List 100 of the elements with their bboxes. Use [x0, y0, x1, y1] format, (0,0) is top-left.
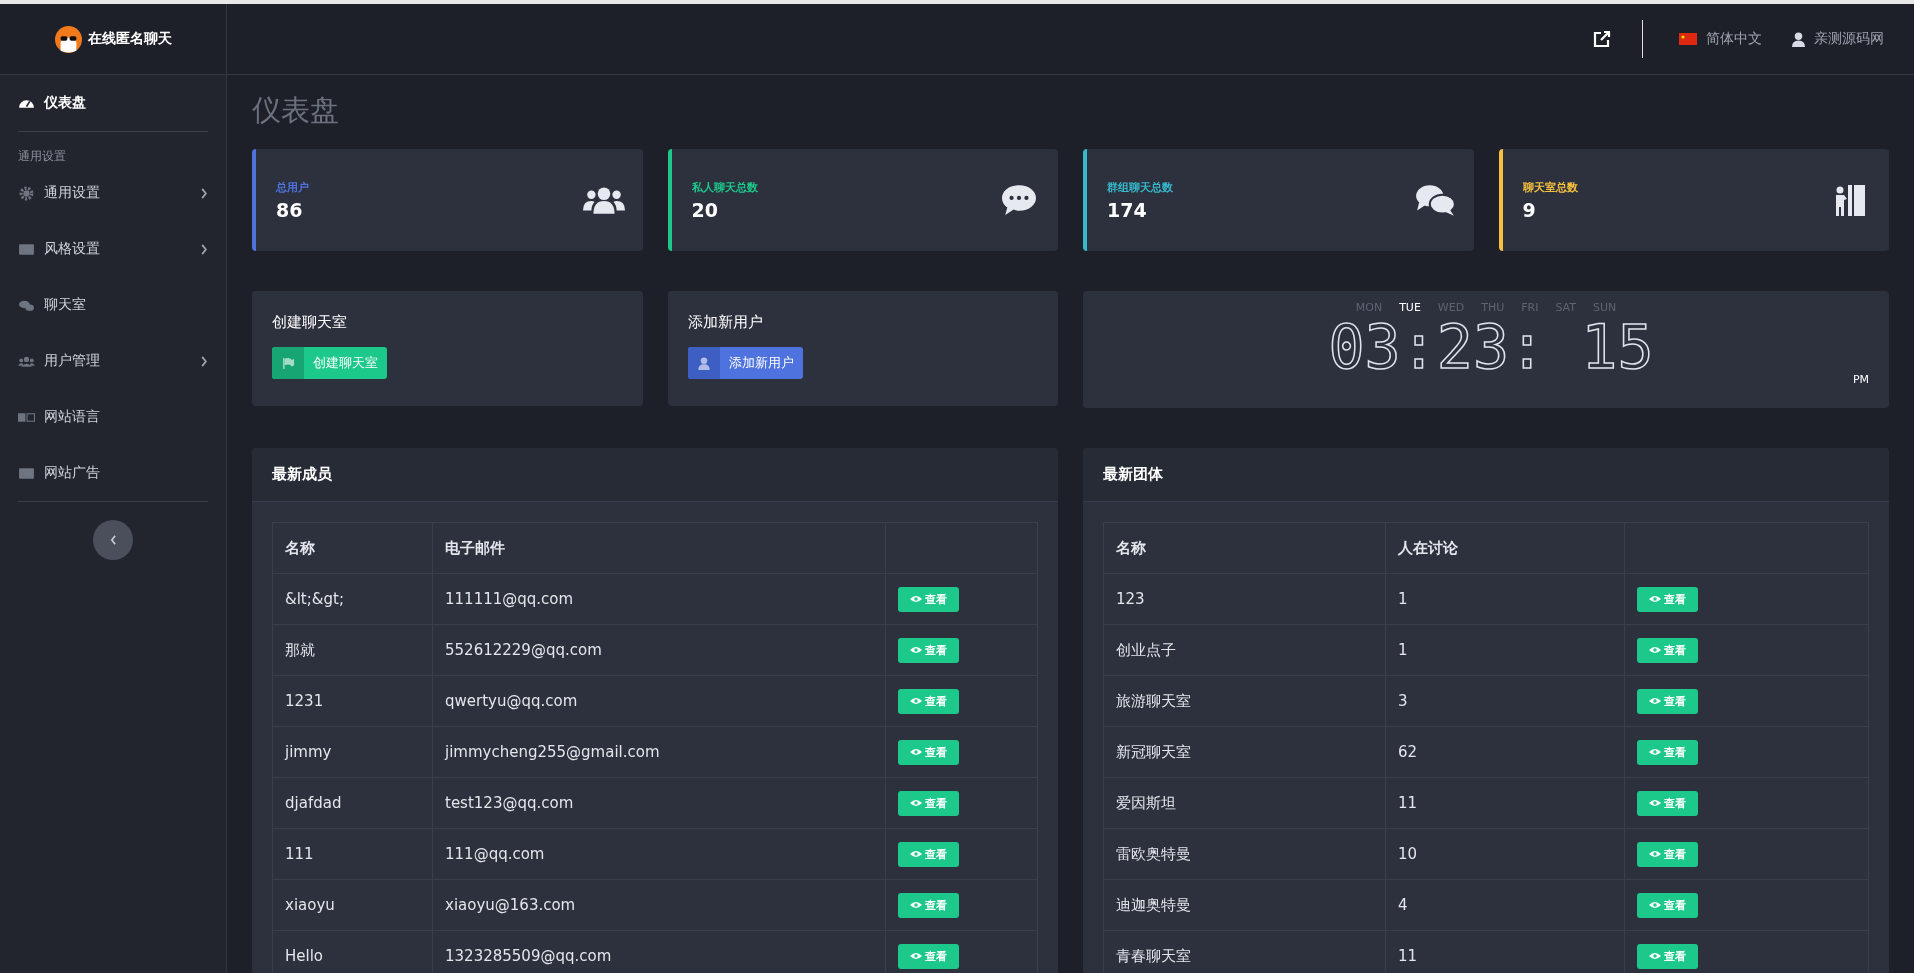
- view-button[interactable]: 查看: [898, 586, 959, 612]
- panel-title: 最新团体: [1103, 465, 1163, 484]
- table-cell: 1231: [272, 675, 433, 727]
- table-cell: test123@qq.com: [432, 777, 886, 829]
- table-cell: qwertyu@qq.com: [432, 675, 886, 727]
- sidebar-item[interactable]: 通用设置: [18, 165, 208, 221]
- view-button[interactable]: 查看: [1637, 739, 1698, 765]
- eye-icon: [1649, 850, 1661, 858]
- eye-icon: [1649, 901, 1661, 909]
- table-cell: 4: [1385, 879, 1625, 931]
- table-cell: 3: [1385, 675, 1625, 727]
- table-cell: 爱因斯坦: [1103, 777, 1386, 829]
- eye-icon: [1649, 748, 1661, 756]
- eye-icon: [910, 697, 922, 705]
- table-cell: Hello: [272, 930, 433, 973]
- sidebar-item[interactable]: 网站广告: [18, 445, 208, 501]
- table-cell: djafdad: [272, 777, 433, 829]
- create-chatroom-button[interactable]: 创建聊天室: [272, 347, 387, 379]
- stat-value: 174: [1107, 198, 1148, 221]
- speech-bubbles-icon: [1413, 183, 1456, 217]
- view-button[interactable]: 查看: [898, 841, 959, 867]
- chevron-right-icon: [200, 187, 208, 199]
- view-button[interactable]: 查看: [898, 943, 959, 969]
- eye-icon: [910, 952, 922, 960]
- chevron-right-icon: [200, 243, 208, 255]
- table-cell: 新冠聊天室: [1103, 726, 1386, 778]
- table-cell: 创业点子: [1103, 624, 1386, 676]
- table-cell: 旅游聊天室: [1103, 675, 1386, 727]
- eye-icon: [1649, 799, 1661, 807]
- table-cell: 11: [1385, 777, 1625, 829]
- column-header: 名称: [272, 522, 433, 574]
- stat-label: 总用户: [276, 179, 309, 195]
- eye-icon: [910, 799, 922, 807]
- user-icon: [697, 356, 710, 370]
- panel-title: 最新成员: [272, 465, 332, 484]
- table-cell: 111111@qq.com: [432, 573, 886, 625]
- table-cell: jimmy: [272, 726, 433, 778]
- add-user-button[interactable]: 添加新用户: [687, 347, 803, 379]
- table-cell: 62: [1385, 726, 1625, 778]
- eye-icon: [1649, 595, 1661, 603]
- eye-icon: [1649, 952, 1661, 960]
- view-button[interactable]: 查看: [898, 739, 959, 765]
- sidebar-item[interactable]: 聊天室: [18, 277, 208, 333]
- view-button[interactable]: 查看: [898, 892, 959, 918]
- column-header: 人在讨论: [1385, 522, 1625, 574]
- gear-icon: [18, 184, 35, 202]
- user-icon: [1792, 31, 1805, 47]
- table-cell: 那就: [272, 624, 433, 676]
- action-title: 创建聊天室: [272, 313, 347, 332]
- view-button[interactable]: 查看: [898, 790, 959, 816]
- flag-icon: [1679, 33, 1697, 45]
- flag-icon: [281, 356, 295, 370]
- eye-icon: [910, 748, 922, 756]
- user-menu[interactable]: 亲测源码网: [1792, 30, 1884, 48]
- view-button[interactable]: 查看: [1637, 586, 1698, 612]
- language-selector[interactable]: 简体中文: [1679, 30, 1762, 48]
- table-cell: xiaoyu@163.com: [432, 879, 886, 931]
- sidebar-item[interactable]: 仪表盘: [18, 75, 208, 132]
- view-button[interactable]: 查看: [898, 688, 959, 714]
- view-button[interactable]: 查看: [1637, 841, 1698, 867]
- table-cell: xiaoyu: [272, 879, 433, 931]
- eye-icon: [910, 901, 922, 909]
- table-cell: 111@qq.com: [432, 828, 886, 880]
- chevron-left-icon: [109, 535, 117, 545]
- eye-icon: [910, 850, 922, 858]
- view-button[interactable]: 查看: [898, 637, 959, 663]
- external-link-icon[interactable]: [1592, 29, 1612, 49]
- eye-icon: [910, 595, 922, 603]
- eye-icon: [910, 646, 922, 654]
- table-cell: 青春聊天室: [1103, 930, 1386, 973]
- page-title: 仪表盘: [252, 92, 340, 129]
- action-title: 添加新用户: [687, 313, 763, 332]
- table-cell: 雷欧奥特曼: [1103, 828, 1386, 880]
- stat-label: 聊天室总数: [1522, 179, 1578, 195]
- sidebar-item[interactable]: 用户管理: [18, 333, 208, 389]
- view-button[interactable]: 查看: [1637, 637, 1698, 663]
- brand-title: 在线匿名聊天: [87, 30, 172, 48]
- column-header: 电子邮件: [432, 522, 886, 574]
- weekday-label: TUE: [1399, 301, 1421, 314]
- stat-value: 86: [276, 198, 304, 221]
- table-cell: &lt;&gt;: [272, 573, 433, 625]
- eye-icon: [1649, 646, 1661, 654]
- sidebar-item[interactable]: 风格设置: [18, 221, 208, 277]
- column-header: 名称: [1103, 522, 1386, 574]
- clock-period: PM: [1852, 373, 1869, 386]
- section-label: 通用设置: [18, 149, 66, 163]
- view-button[interactable]: 查看: [1637, 790, 1698, 816]
- view-button[interactable]: 查看: [1637, 943, 1698, 969]
- sunglasses-avatar-icon: [54, 25, 82, 53]
- table-cell: 1: [1385, 624, 1625, 676]
- table-cell: 111: [272, 828, 433, 880]
- view-button[interactable]: 查看: [1637, 688, 1698, 714]
- sidebar-item[interactable]: 网站语言: [18, 389, 208, 445]
- clock-time: 03:23: 15: [1328, 314, 1654, 380]
- stat-label: 私人聊天总数: [691, 179, 758, 195]
- table-cell: jimmycheng255@gmail.com: [432, 726, 886, 778]
- table-cell: 123: [1103, 573, 1386, 625]
- view-button[interactable]: 查看: [1637, 892, 1698, 918]
- stat-value: 20: [691, 198, 719, 221]
- table-cell: 迪迦奥特曼: [1103, 879, 1386, 931]
